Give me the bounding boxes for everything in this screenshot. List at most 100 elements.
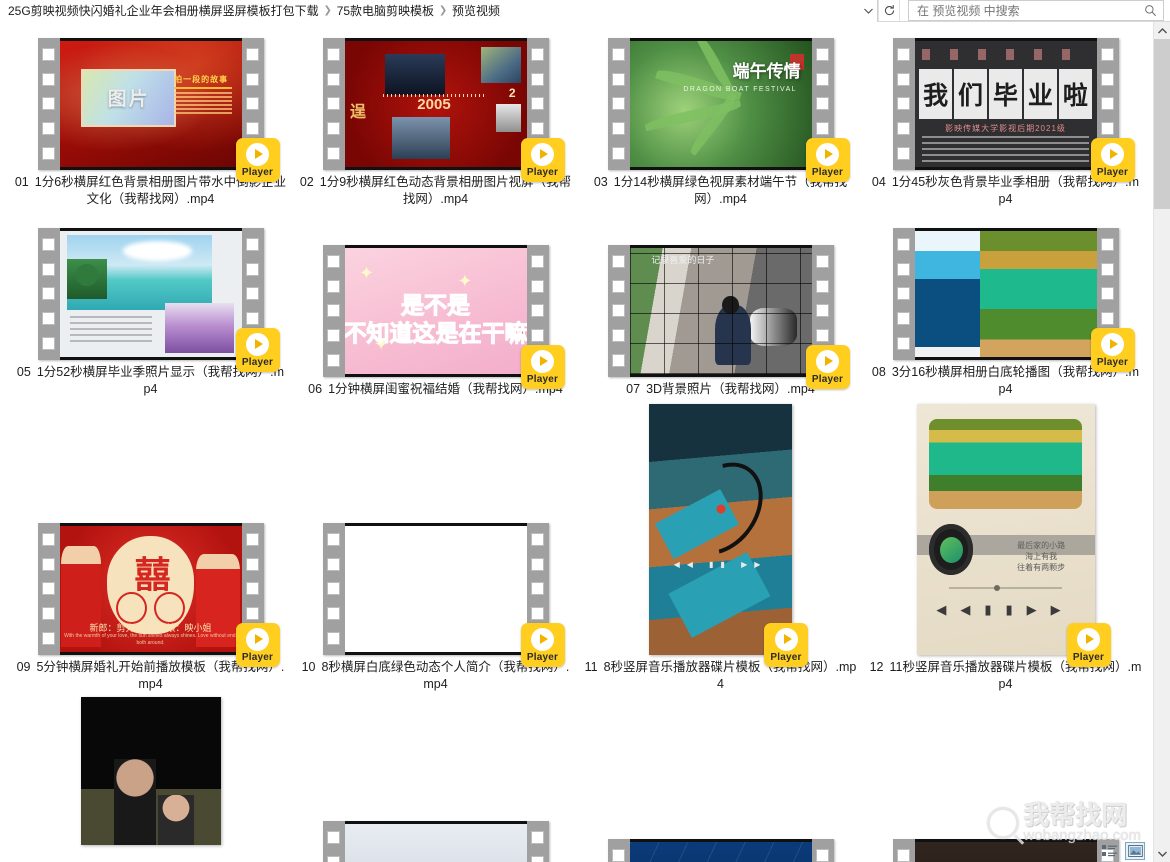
player-badge[interactable]: Player — [520, 138, 565, 182]
scroll-down-button[interactable] — [1153, 845, 1170, 862]
film-perforations-left — [322, 821, 345, 862]
refresh-icon[interactable] — [878, 0, 900, 21]
player-badge[interactable]: Player — [235, 623, 280, 667]
player-badge[interactable]: Player — [235, 328, 280, 372]
film-strip-frame: 囍 新郎：剪先生 ＆ 新娘：映小姐 With the warmth of you… — [37, 523, 264, 655]
file-item[interactable]: Player 05 1分52秒横屏毕业季照片显示（我帮找网）.mp4 — [8, 212, 293, 402]
thumbnail[interactable]: ✦ ✦ ✦ 是不是 不知道这是在干嘛 Player — [322, 245, 565, 389]
thumbnail[interactable] — [322, 821, 549, 862]
file-item[interactable]: 端午传情 DRAGON BOAT FESTIVAL Player 03 1分14… — [578, 22, 863, 212]
file-item[interactable]: Player 08 3分16秒横屏相册白底轮播图（我帮找网）.mp4 — [863, 212, 1148, 402]
breadcrumb-item-2[interactable]: 预览视频 — [450, 1, 502, 21]
art-lyric-1: 最后家的小路 — [1017, 540, 1066, 550]
file-name: 3D背景照片（我帮找网）.mp4 — [646, 382, 815, 396]
chevron-down-icon[interactable] — [859, 1, 877, 21]
film-strip-frame — [37, 228, 264, 360]
thumbnail-image: 图片 拍一段的故事 — [59, 38, 242, 170]
player-badge-label: Player — [526, 373, 559, 385]
player-badge-label: Player — [241, 356, 274, 368]
file-item[interactable] — [578, 697, 863, 862]
thumbnail[interactable] — [80, 697, 221, 845]
thumbnail[interactable]: Player — [322, 523, 565, 667]
thumbnail-image — [59, 228, 242, 360]
file-index: 02 — [299, 175, 314, 189]
thumbnail[interactable]: Player — [892, 228, 1135, 372]
art-title: 端午传情 — [732, 62, 801, 82]
breadcrumb[interactable]: 25G剪映视频快闪婚礼企业年会相册横屏竖屏模板打包下载 ❯ 75款电脑剪映模板 … — [0, 0, 878, 22]
list-icon[interactable] — [1100, 842, 1120, 860]
file-item[interactable] — [293, 697, 578, 862]
film-perforations-left — [607, 839, 630, 862]
film-strip-frame: ✦ ✦ ✦ 是不是 不知道这是在干嘛 — [322, 245, 549, 377]
art-year: 2005 — [417, 96, 451, 114]
image-icon[interactable] — [1125, 842, 1145, 860]
thumbnail[interactable]: 记录喜爱的日子 Player — [607, 245, 850, 389]
player-badge[interactable]: Player — [1090, 138, 1135, 182]
thumbnail[interactable]: 背景 — [892, 839, 1119, 862]
player-badge-label: Player — [241, 651, 274, 663]
player-badge[interactable]: Player — [805, 138, 850, 182]
play-icon — [531, 627, 554, 651]
art-char: 我 — [919, 68, 953, 120]
scrollbar-track[interactable] — [1153, 39, 1170, 845]
player-badge[interactable]: Player — [1090, 328, 1135, 372]
file-item[interactable]: 最后家的小路 海上有我 往着有两颗步 ◀◀▮▮▶▶ Player 12 11秒竖… — [863, 402, 1148, 697]
player-badge[interactable]: Player — [805, 345, 850, 389]
breadcrumb-item-1[interactable]: 75款电脑剪映模板 — [335, 1, 436, 21]
player-badge-label: Player — [1096, 356, 1129, 368]
film-strip-frame: 图片 拍一段的故事 — [37, 38, 264, 170]
file-item[interactable]: ✦ ✦ ✦ 是不是 不知道这是在干嘛 Player 06 1分钟横屏闺蜜祝福结婚… — [293, 212, 578, 402]
player-badge-label: Player — [241, 166, 274, 178]
file-item[interactable]: 背景 — [863, 697, 1148, 862]
breadcrumb-item-0[interactable]: 25G剪映视频快闪婚礼企业年会相册横屏竖屏模板打包下载 — [6, 1, 321, 21]
thumbnail[interactable]: Player — [37, 228, 280, 372]
thumbnail[interactable]: 囍 新郎：剪先生 ＆ 新娘：映小姐 With the warmth of you… — [37, 523, 280, 667]
scrollbar-thumb[interactable] — [1153, 39, 1170, 209]
thumbnail[interactable]: 最后家的小路 海上有我 往着有两颗步 ◀◀▮▮▶▶ Player — [916, 404, 1111, 667]
file-item[interactable]: 图片 拍一段的故事 Player 01 1分6秒横屏红色背景相册图片带水中倒影企… — [8, 22, 293, 212]
play-icon — [531, 349, 554, 373]
search-input[interactable] — [909, 3, 1137, 18]
film-perforations-left — [607, 245, 630, 377]
thumbnail-image: 2005 逞 2 — [344, 38, 527, 170]
file-item[interactable] — [8, 697, 293, 857]
thumbnail[interactable]: 图片 拍一段的故事 Player — [37, 38, 280, 182]
thumbnail-image — [629, 839, 812, 862]
film-strip-frame: 背景 — [892, 839, 1119, 862]
thumbnail-image — [344, 523, 527, 655]
search-box[interactable] — [908, 0, 1164, 21]
player-badge[interactable]: Player — [520, 345, 565, 389]
play-icon — [531, 142, 554, 166]
art-subtitle: DRAGON BOAT FESTIVAL — [683, 86, 797, 94]
file-index: 10 — [301, 660, 316, 674]
player-badge[interactable]: Player — [235, 138, 280, 182]
art-lyric-2: 海上有我 — [1025, 551, 1058, 561]
file-item[interactable]: 记录喜爱的日子 Player 07 3D背景照片（我帮找网）.mp4 — [578, 212, 863, 402]
thumbnail[interactable] — [607, 839, 834, 862]
file-item[interactable]: 囍 新郎：剪先生 ＆ 新娘：映小姐 With the warmth of you… — [8, 402, 293, 697]
film-strip-frame — [892, 228, 1119, 360]
thumbnail[interactable]: 我 们 毕 业 啦 影映传媒大学影视后期2021级 Player — [892, 38, 1135, 182]
file-grid-view[interactable]: 图片 拍一段的故事 Player 01 1分6秒横屏红色背景相册图片带水中倒影企… — [0, 22, 1153, 862]
vertical-scrollbar[interactable] — [1153, 22, 1170, 862]
player-badge[interactable]: Player — [520, 623, 565, 667]
player-badge-label: Player — [811, 373, 844, 385]
breadcrumb-separator-icon: ❯ — [323, 4, 332, 16]
art-label: 图片 — [81, 68, 176, 127]
scroll-up-button[interactable] — [1153, 22, 1170, 39]
file-index: 08 — [871, 365, 886, 379]
thumbnail[interactable]: 端午传情 DRAGON BOAT FESTIVAL Player — [607, 38, 850, 182]
file-item[interactable]: 2005 逞 2 Player 02 1分9秒横屏红色动态背景相册图片视屏（我帮… — [293, 22, 578, 212]
thumbnail[interactable]: 2005 逞 2 Player — [322, 38, 565, 182]
play-icon — [246, 142, 269, 166]
player-badge[interactable]: Player — [764, 623, 808, 667]
file-item[interactable]: Player 10 8秒横屏白底绿色动态个人简介（我帮找网）.mp4 — [293, 402, 578, 697]
player-badge[interactable]: Player — [1066, 623, 1111, 667]
file-item[interactable]: ◀◀ ▮▮ ▶▶ Player 11 8秒竖屏音乐播放器碟片模板（我帮找网）.mp… — [578, 402, 863, 697]
play-icon — [246, 332, 269, 356]
view-mode-toggles[interactable] — [1100, 842, 1145, 860]
file-item[interactable]: 我 们 毕 业 啦 影映传媒大学影视后期2021级 Player 04 1分45… — [863, 22, 1148, 212]
thumbnail[interactable]: ◀◀ ▮▮ ▶▶ Player — [649, 404, 808, 667]
thumbnail-image: 端午传情 DRAGON BOAT FESTIVAL — [629, 38, 812, 170]
search-icon[interactable] — [1137, 4, 1163, 17]
